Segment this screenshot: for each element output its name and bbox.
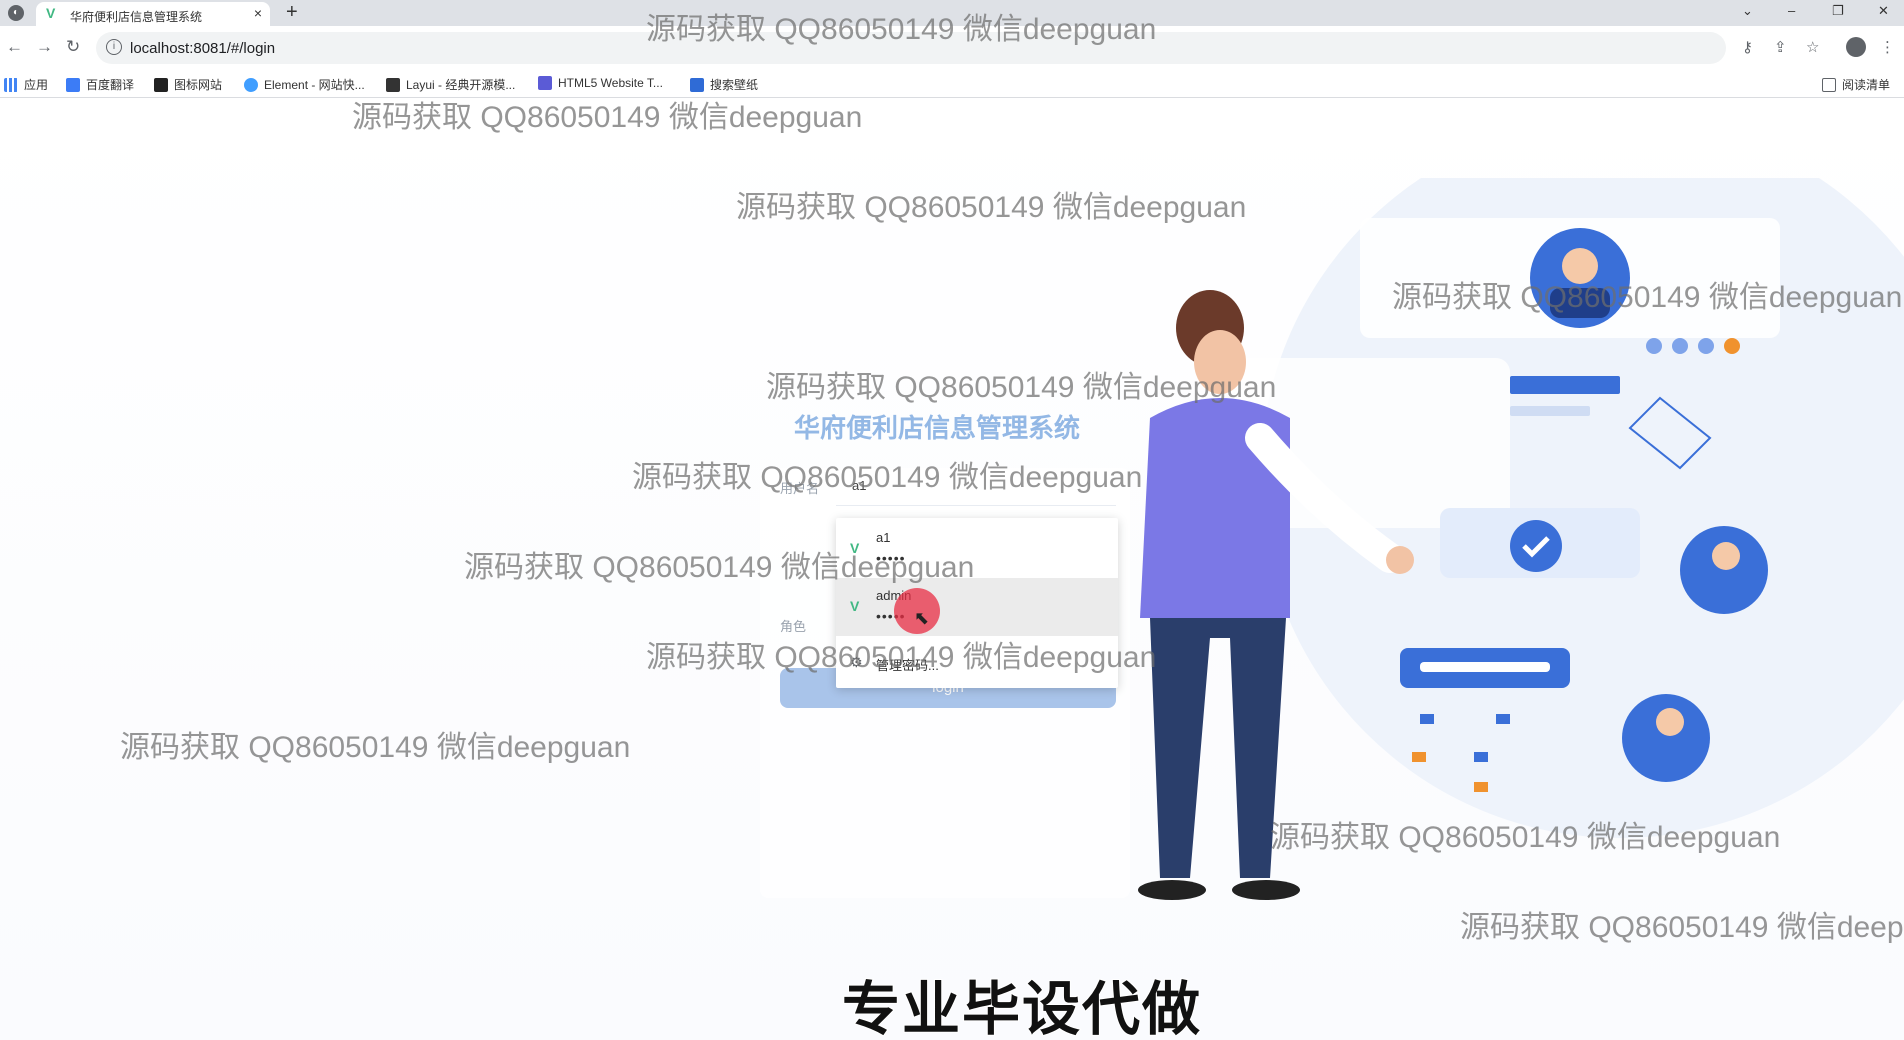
watermark: 源码获取 QQ86050149 微信deepguan: [1392, 281, 1903, 314]
bookmark-html5[interactable]: HTML5 Website T...: [538, 76, 663, 90]
wallpaper-icon: [690, 78, 704, 92]
icon-site-icon: [154, 78, 168, 92]
bookmarks-bar: 应用 百度翻译 图标网站 Element - 网站快... Layui - 经典…: [0, 70, 1904, 98]
back-icon[interactable]: ←: [6, 37, 23, 57]
watermark: 源码获取 QQ86050149 微信deepguan: [766, 371, 1277, 404]
minimize-icon[interactable]: –: [1788, 3, 1795, 18]
menu-icon[interactable]: ⋮: [1880, 38, 1895, 56]
autofill-item[interactable]: V admin •••••: [836, 578, 1118, 636]
tab-search-chevron-icon[interactable]: ⌄: [1742, 3, 1753, 19]
new-tab-button[interactable]: +: [286, 1, 298, 24]
profile-avatar[interactable]: [1846, 37, 1866, 57]
reading-list[interactable]: 阅读清单: [1822, 76, 1890, 93]
watermark: 源码获取 QQ86050149 微信deepguan: [736, 191, 1247, 224]
browser-tab[interactable]: V 华府便利店信息管理系统 ×: [36, 2, 270, 26]
share-icon[interactable]: ⇪: [1774, 38, 1787, 56]
html5-icon: [538, 76, 552, 90]
video-caption: 专业毕设代做: [841, 976, 1203, 1040]
baidu-translate-icon: [66, 78, 80, 92]
vue-favicon-icon: V: [850, 598, 860, 614]
close-window-icon[interactable]: ✕: [1878, 3, 1889, 19]
reload-icon[interactable]: ↻: [66, 37, 80, 57]
watermark: 源码获取 QQ86050149 微信deepguan: [646, 641, 1157, 674]
key-icon[interactable]: ⚷: [1742, 38, 1753, 56]
watermark: 源码获取 QQ86050149 微信deepguan: [464, 551, 975, 584]
watermark: 源码获取 QQ86050149 微信deepguan: [1270, 821, 1781, 854]
watermark: 源码获取 QQ86050149 微信deepguan: [646, 13, 1157, 46]
info-icon[interactable]: i: [106, 39, 122, 55]
bookmark-baidu-translate[interactable]: 百度翻译: [66, 76, 134, 93]
star-icon[interactable]: ☆: [1806, 38, 1819, 56]
watermark: 源码获取 QQ86050149 微信deepguan: [1460, 911, 1904, 944]
restore-icon[interactable]: ❐: [1832, 3, 1844, 19]
bookmark-apps[interactable]: 应用: [4, 76, 48, 93]
url-text: localhost:8081/#/login: [130, 40, 276, 57]
bookmark-icon-site[interactable]: 图标网站: [154, 76, 222, 93]
watermark: 源码获取 QQ86050149 微信deepguan: [120, 731, 631, 764]
vue-favicon-icon: V: [46, 5, 56, 21]
reading-list-icon: [1822, 78, 1836, 92]
bookmark-element[interactable]: Element - 网站快...: [244, 76, 365, 93]
bookmark-layui[interactable]: Layui - 经典开源模...: [386, 76, 515, 93]
bookmark-wallpaper[interactable]: 搜索壁纸: [690, 76, 758, 93]
tab-close-icon[interactable]: ×: [254, 5, 262, 21]
layui-icon: [386, 78, 400, 92]
apps-grid-icon: [4, 78, 18, 92]
mouse-cursor-icon: ⬉: [914, 608, 930, 628]
tab-title: 华府便利店信息管理系统: [70, 10, 203, 24]
watermark: 源码获取 QQ86050149 微信deepguan: [352, 101, 863, 134]
tab-search-icon[interactable]: ◐: [8, 5, 24, 21]
forward-icon[interactable]: →: [36, 37, 53, 57]
element-icon: [244, 78, 258, 92]
watermark: 源码获取 QQ86050149 微信deepguan: [632, 461, 1143, 494]
